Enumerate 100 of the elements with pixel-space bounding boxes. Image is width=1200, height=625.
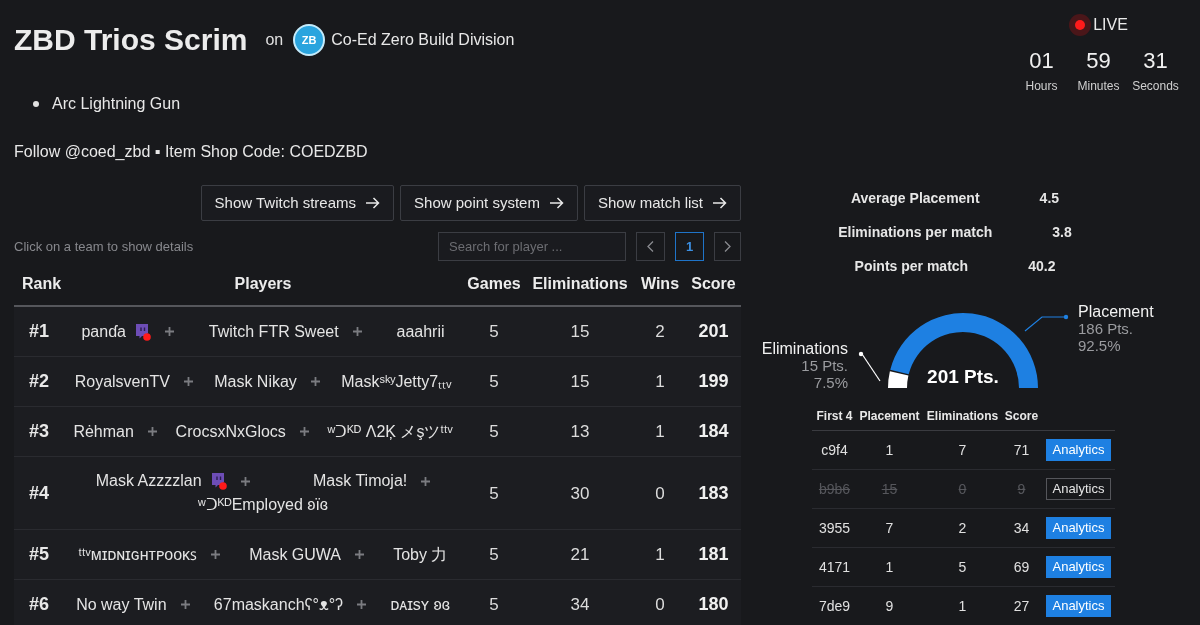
callout-share: 92.5% [1078,337,1121,354]
plus-icon [180,600,190,609]
arrow-right-icon [713,197,727,209]
bullet-icon [33,101,39,107]
table-cell-text: 1 [654,421,666,443]
rank-cell-text: #3 [28,420,50,443]
column-header: Players [233,274,293,294]
table-cell-text: 5 [488,421,500,443]
player-name: MaskˢᵏʸJetty7ₜₜᵥ [341,371,452,392]
action-button[interactable]: Show point system [400,185,578,221]
stat-value: 3.8 [1052,222,1072,242]
table-cell-text: c9f4 [820,441,849,460]
column-header: Eliminations [531,274,629,294]
table-cell-text: 2 [957,519,968,538]
analytics-button[interactable]: Analytics [1046,556,1111,578]
table-cell-text: 3955 [817,519,852,538]
table-cell-text: 0 [654,594,666,616]
team-row[interactable]: #4 Mask Azzzzlan Mask Timoja! ʷᑐᴷᴰEmployed ʚïɞ 5 30 0 183 [14,457,741,530]
analytics-button[interactable]: Analytics [1046,439,1111,461]
countdown-unit: Seconds [1132,78,1179,94]
table-cell-text: 0 [957,480,968,499]
next-page-button[interactable] [714,232,741,261]
plus-icon [299,427,309,436]
player-name: ᵗᵗᵛᴍɪᴅɴɪɢʜᴛᴘᴏᴏᴋꜱ [78,544,198,565]
score-cell-text: 184 [697,420,730,443]
score-cell-text: 181 [697,543,730,566]
callout-label: Eliminations [761,340,848,357]
table-cell-text: 5 [488,544,500,566]
column-header: Games [466,274,522,294]
table-cell-text: 5 [488,482,500,505]
table-cell-text: 34 [1012,519,1031,538]
chevron-right-icon [724,241,731,252]
chevron-left-icon [647,241,654,252]
table-cell-text: 5 [488,594,500,616]
player-name: panɗa [81,321,126,342]
player-name: ʷᑐᴷᴰ Λ2Ķ メşツᵗᵗᵛ [327,421,453,442]
arrow-right-icon [549,197,564,209]
plus-icon [355,550,365,559]
table-cell-text: 27 [1012,597,1031,616]
player-name: aaahrii [396,321,445,342]
table-cell-text: 1 [654,544,666,566]
player-name: Mask GUWA [249,544,342,565]
analytics-button[interactable]: Analytics [1046,517,1111,539]
countdown-value: 59 [1086,48,1111,74]
plus-icon [357,600,367,609]
live-label: LIVE [1093,15,1128,35]
player-name: Mask Nikay [214,371,297,392]
table-cell-text: 1 [884,558,895,577]
stat-value: 40.2 [1028,256,1056,276]
countdown-unit: Hours [1025,78,1058,94]
table-cell-text: 1 [654,371,666,393]
player-name: Rėhman [73,421,134,442]
countdown-value: 31 [1143,48,1168,74]
plus-icon [310,377,320,386]
live-dot-icon [1069,14,1092,36]
chart-total: 201 Pts. [926,365,1000,389]
table-cell-text: 71 [1012,441,1031,460]
search-field[interactable]: Search for player ... [438,232,626,261]
table-cell-text: 7 [884,519,895,538]
previous-page-button[interactable] [636,232,665,261]
rank-cell-text: #2 [28,370,50,393]
team-row[interactable]: #2 RoyalsvenTV Mask Nikay MaskˢᵏʸJetty7ₜₜᵥ 5 15 1 199 [14,357,741,407]
player-name: Twitch FTR Sweet [208,321,339,342]
callout-share: 7.5% [813,374,848,391]
leader-line [1024,314,1069,332]
plus-icon [164,327,174,336]
plus-icon [147,427,157,436]
table-cell-text: 34 [569,594,591,616]
table-cell-text: b9b6 [817,480,852,499]
player-name: Mask Azzzzlan [95,471,202,491]
page-button[interactable]: 1 [675,232,704,261]
stat-label: Average Placement [850,188,980,208]
countdown-unit: Minutes [1077,78,1120,94]
callout-label: Placement [1078,303,1154,320]
table-cell-text: 9 [1016,480,1027,499]
team-row[interactable]: #6 No way Twin 67maskanchʕ°ᴥ°ʔ ᴅᴀɪsʏ ʚɞ 5 34 0 180 [14,580,741,625]
team-row[interactable]: #5 ᵗᵗᵛᴍɪᴅɴɪɢʜᴛᴘᴏᴏᴋꜱ Mask GUWA Toby 力 5 21 1 181 [14,530,741,580]
table-cell-text: 5 [488,371,500,393]
table-cell-text: 69 [1012,558,1031,577]
table-cell-text: 21 [569,544,591,566]
table-cell-text: 15 [880,480,899,499]
follow-text: Follow @coed_zbd ▪ Item Shop Code: COEDZBD [14,142,369,162]
score-cell-text: 183 [697,481,730,505]
team-row[interactable]: #1 panɗa Twitch FTR Sweet aaahrii 5 15 2 201 [14,307,741,357]
player-name: 67maskanchʕ°ᴥ°ʔ [213,594,344,615]
column-header: Score [690,274,737,294]
action-button[interactable]: Show match list [583,185,741,221]
countdown-value: 01 [1029,48,1054,74]
arrow-right-icon [366,197,381,209]
organizer-link[interactable]: Co-Ed Zero Build Division [331,28,515,52]
table-cell-text: 15 [569,371,591,393]
hint-text: Click on a team to show details [14,237,195,256]
column-header: First 4 [815,408,854,424]
player-name: No way Twin [76,594,167,615]
stat-label: Eliminations per match [838,222,993,242]
page-title: ZBD Trios Scrim [14,22,248,58]
analytics-button[interactable]: Analytics [1046,595,1111,617]
table-cell-text: 13 [569,421,591,443]
team-row[interactable]: #3 Rėhman CrocsxNxGlocs ʷᑐᴷᴰ Λ2Ķ メşツᵗᵗᵛ 5 13 1 184 [14,407,741,457]
action-button[interactable]: Show Twitch streams [200,185,395,221]
